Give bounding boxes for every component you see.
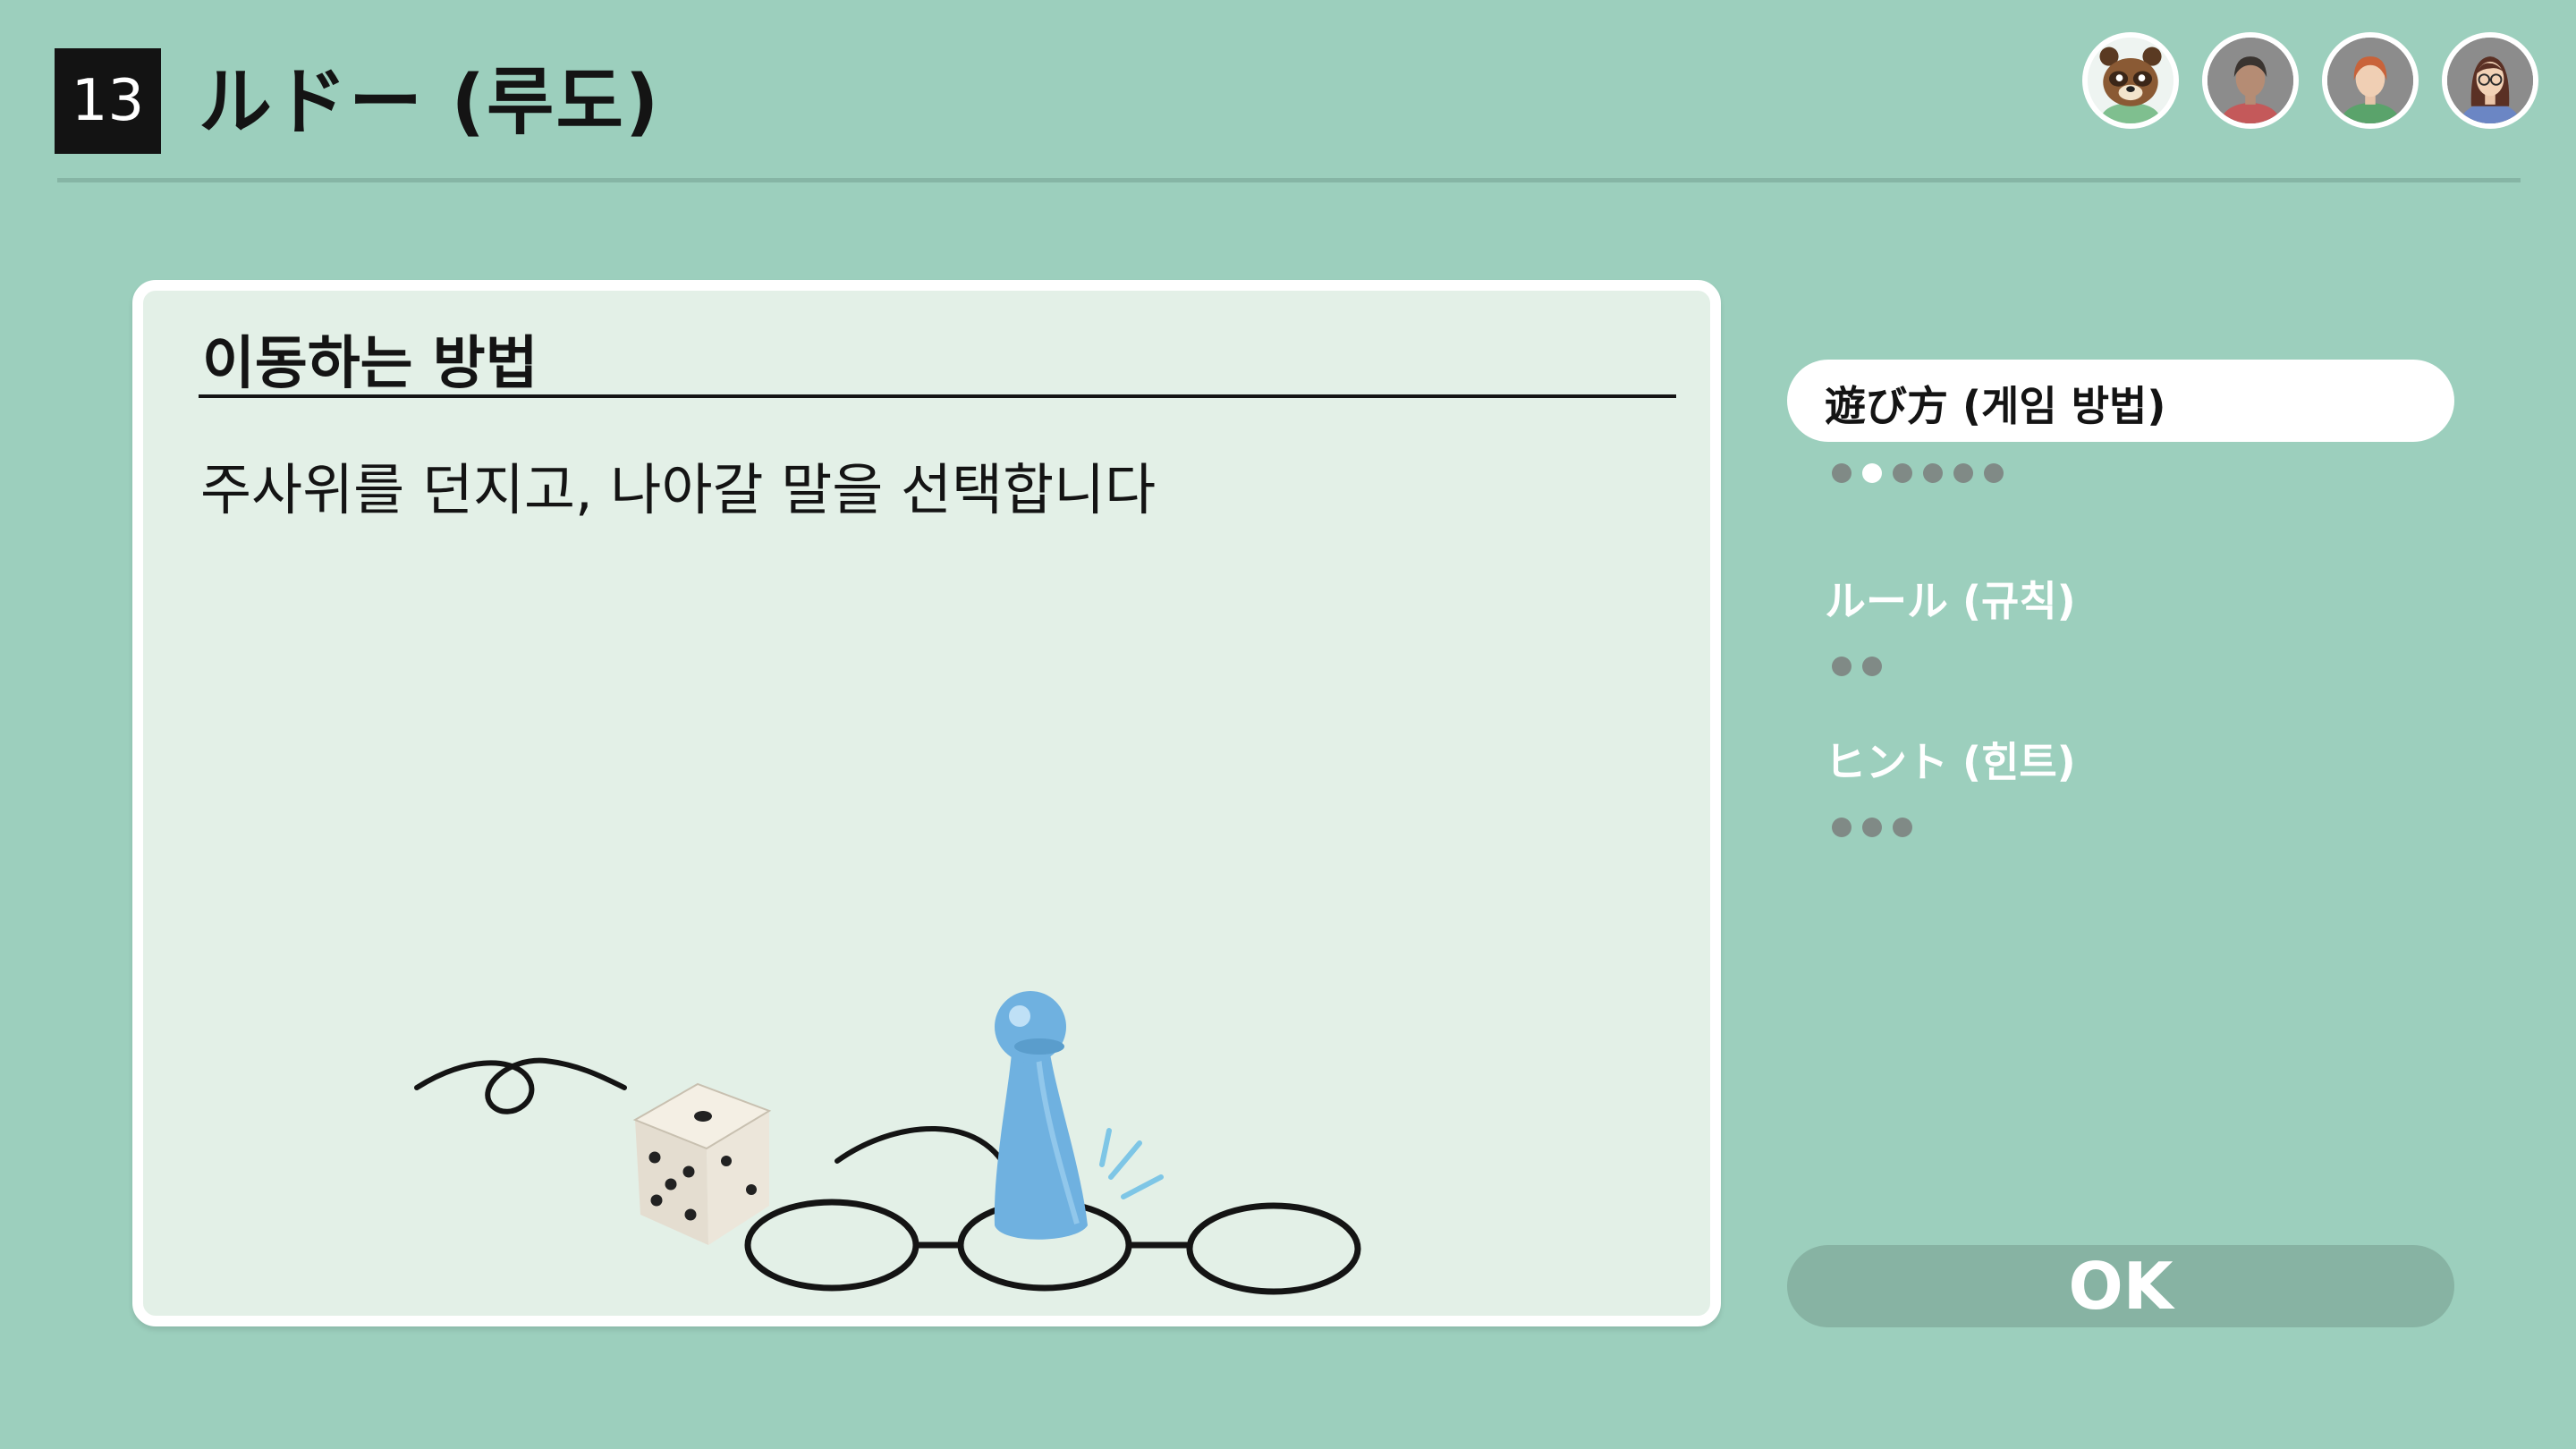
pawn-icon	[994, 991, 1088, 1240]
page-dot	[1893, 818, 1912, 837]
page-indicator-how-to-play	[1832, 463, 2004, 483]
instruction-card: 이동하는 방법 주사위를 던지고, 나아갈 말을 선택합니다	[132, 280, 1721, 1326]
impact-lines	[1099, 1128, 1164, 1199]
tom-nook-avatar-icon	[2082, 32, 2179, 129]
nav-item-rules[interactable]: ルール (규칙)	[1825, 569, 2076, 628]
throw-motion-line	[414, 1057, 627, 1114]
page-dot	[1862, 657, 1882, 676]
page-dot-current	[1862, 463, 1882, 483]
page-dot	[1984, 463, 2004, 483]
ok-button[interactable]: OK	[1787, 1245, 2454, 1327]
dice-pawn-illustration	[414, 991, 1361, 1295]
red-hair-avatar-icon	[2322, 32, 2419, 129]
card-description: 주사위를 던지고, 나아갈 말을 선택합니다	[200, 457, 1157, 522]
page-dot	[1923, 463, 1943, 483]
card-heading: 이동하는 방법	[202, 331, 538, 397]
board-space	[1186, 1202, 1361, 1295]
nav-item-how-to-play-label: 遊び方 (게임 방법)	[1825, 382, 2166, 430]
move-arc	[835, 1125, 1013, 1180]
game-number-badge: 13	[55, 48, 161, 154]
game-title: ルドー (루도)	[199, 60, 661, 145]
board-space	[744, 1199, 919, 1292]
page-dot	[1832, 463, 1852, 483]
dark-hair-avatar-icon	[2202, 32, 2299, 129]
dice-icon	[632, 1082, 772, 1245]
glasses-avatar-icon	[2442, 32, 2538, 129]
page-dot	[1832, 818, 1852, 837]
player-avatars	[2082, 32, 2538, 129]
card-heading-divider	[199, 394, 1676, 398]
nav-item-hints[interactable]: ヒント (힌트)	[1825, 730, 2076, 789]
page-dot	[1862, 818, 1882, 837]
page-indicator-rules	[1832, 657, 1882, 676]
page-dot	[1832, 657, 1852, 676]
page-dot	[1893, 463, 1912, 483]
page-dot	[1953, 463, 1973, 483]
page-indicator-hints	[1832, 818, 1912, 837]
header-divider	[57, 178, 2521, 182]
